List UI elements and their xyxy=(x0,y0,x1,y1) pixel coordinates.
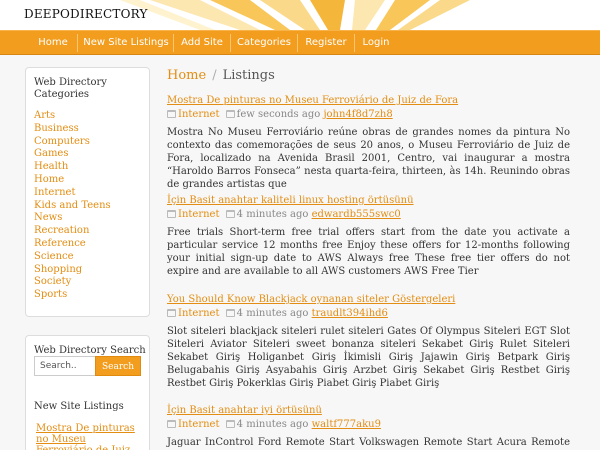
category-link[interactable]: News xyxy=(34,212,141,225)
listing-time: few seconds ago xyxy=(236,109,321,120)
listing-category[interactable]: Internet xyxy=(178,308,219,319)
listing-item: İçin Basit anahtar iyi örtüsünü Internet… xyxy=(167,405,570,450)
category-link[interactable]: Kids and Teens xyxy=(34,200,141,213)
listing-item: İçin Basit anahtar kaliteli linux hostin… xyxy=(167,195,570,278)
category-link[interactable]: Arts xyxy=(34,110,141,123)
category-link[interactable]: Home xyxy=(34,174,141,187)
breadcrumb-home[interactable]: Home xyxy=(167,68,206,83)
category-link[interactable]: Health xyxy=(34,161,141,174)
folder-icon xyxy=(167,110,176,118)
calendar-icon xyxy=(225,210,235,218)
listing-time: 4 minutes ago xyxy=(236,209,309,220)
listing-meta: Internet 4 minutes ago waltf777aku9 xyxy=(167,419,570,431)
listing-meta: Internet 4 minutes ago edwardb555swc0 xyxy=(167,209,570,221)
listing-category[interactable]: Internet xyxy=(178,209,219,220)
search-button[interactable]: Search xyxy=(95,356,141,376)
listing-user[interactable]: waltf777aku9 xyxy=(312,419,381,430)
site-header: DEEPODIRECTORY xyxy=(0,0,600,30)
listing-meta: Internet few seconds ago john4f8d7zh8 xyxy=(167,109,570,121)
category-link[interactable]: Society xyxy=(34,276,141,289)
folder-icon xyxy=(167,420,176,428)
listing-time: 4 minutes ago xyxy=(236,308,309,319)
calendar-icon xyxy=(225,309,235,317)
breadcrumb-current: Listings xyxy=(222,68,275,83)
listing-time: 4 minutes ago xyxy=(236,419,309,430)
listing-description: Slot siteleri blackjack siteleri rulet s… xyxy=(167,326,570,389)
categories-box: Web Directory Categories Arts Business C… xyxy=(25,67,150,317)
listing-title[interactable]: İçin Basit anahtar iyi örtüsünü xyxy=(167,405,570,417)
breadcrumb-separator: / xyxy=(212,68,217,83)
listing-description: Jaguar InControl Ford Remote Start Volks… xyxy=(167,437,570,448)
listing-meta: Internet 4 minutes ago traudlt394ihd6 xyxy=(167,308,570,320)
listing-description: Mostra No Museu Ferroviário reúne obras … xyxy=(167,127,570,190)
category-link[interactable]: Sports xyxy=(34,289,141,302)
category-link[interactable]: Reference xyxy=(34,238,141,251)
nav-login[interactable]: Login xyxy=(357,31,395,55)
category-link[interactable]: Games xyxy=(34,148,141,161)
folder-icon xyxy=(167,309,176,317)
listing-user[interactable]: john4f8d7zh8 xyxy=(323,109,392,120)
listing-title[interactable]: İçin Basit anahtar kaliteli linux hostin… xyxy=(167,195,570,207)
recent-listing-link[interactable]: Mostra De pinturas no Museu Ferroviário … xyxy=(36,423,144,450)
nav-categories[interactable]: Categories xyxy=(233,31,295,55)
listing-title[interactable]: Mostra De pinturas no Museu Ferroviário … xyxy=(167,95,570,107)
nav-add-site[interactable]: Add Site xyxy=(176,31,228,55)
category-list: Arts Business Computers Games Health Hom… xyxy=(34,110,141,302)
nav-register[interactable]: Register xyxy=(300,31,352,55)
search-input[interactable]: Search.. xyxy=(34,356,96,376)
listing-title[interactable]: You Should Know Blackjack oynanan sitele… xyxy=(167,294,570,306)
category-link[interactable]: Business xyxy=(34,123,141,136)
listing-category[interactable]: Internet xyxy=(178,419,219,430)
new-listings-title: New Site Listings xyxy=(34,401,124,412)
nav-home[interactable]: Home xyxy=(30,31,76,55)
category-link[interactable]: Shopping xyxy=(34,264,141,277)
listing-description: Free trials Short-term free trial offers… xyxy=(167,227,570,277)
category-link[interactable]: Internet xyxy=(34,187,141,200)
listing-item: Mostra De pinturas no Museu Ferroviário … xyxy=(167,95,570,191)
site-title[interactable]: DEEPODIRECTORY xyxy=(24,7,148,21)
listing-user[interactable]: traudlt394ihd6 xyxy=(312,308,388,319)
listing-category[interactable]: Internet xyxy=(178,109,219,120)
calendar-icon xyxy=(225,110,235,118)
listing-item: You Should Know Blackjack oynanan sitele… xyxy=(167,294,570,390)
categories-title: Web Directory Categories xyxy=(34,77,107,100)
category-link[interactable]: Recreation xyxy=(34,225,141,238)
nav-new-site-listings[interactable]: New Site Listings xyxy=(80,31,172,55)
category-link[interactable]: Computers xyxy=(34,136,141,149)
folder-icon xyxy=(167,210,176,218)
category-link[interactable]: Science xyxy=(34,251,141,264)
main-nav: Home New Site Listings Add Site Categori… xyxy=(0,30,600,55)
breadcrumb: Home / Listings xyxy=(167,68,275,83)
search-box: Web Directory Search Search.. Search New… xyxy=(25,335,150,450)
new-listings-list: Mostra De pinturas no Museu Ferroviário … xyxy=(36,423,144,450)
calendar-icon xyxy=(225,420,235,428)
listing-user[interactable]: edwardb555swc0 xyxy=(312,209,401,220)
